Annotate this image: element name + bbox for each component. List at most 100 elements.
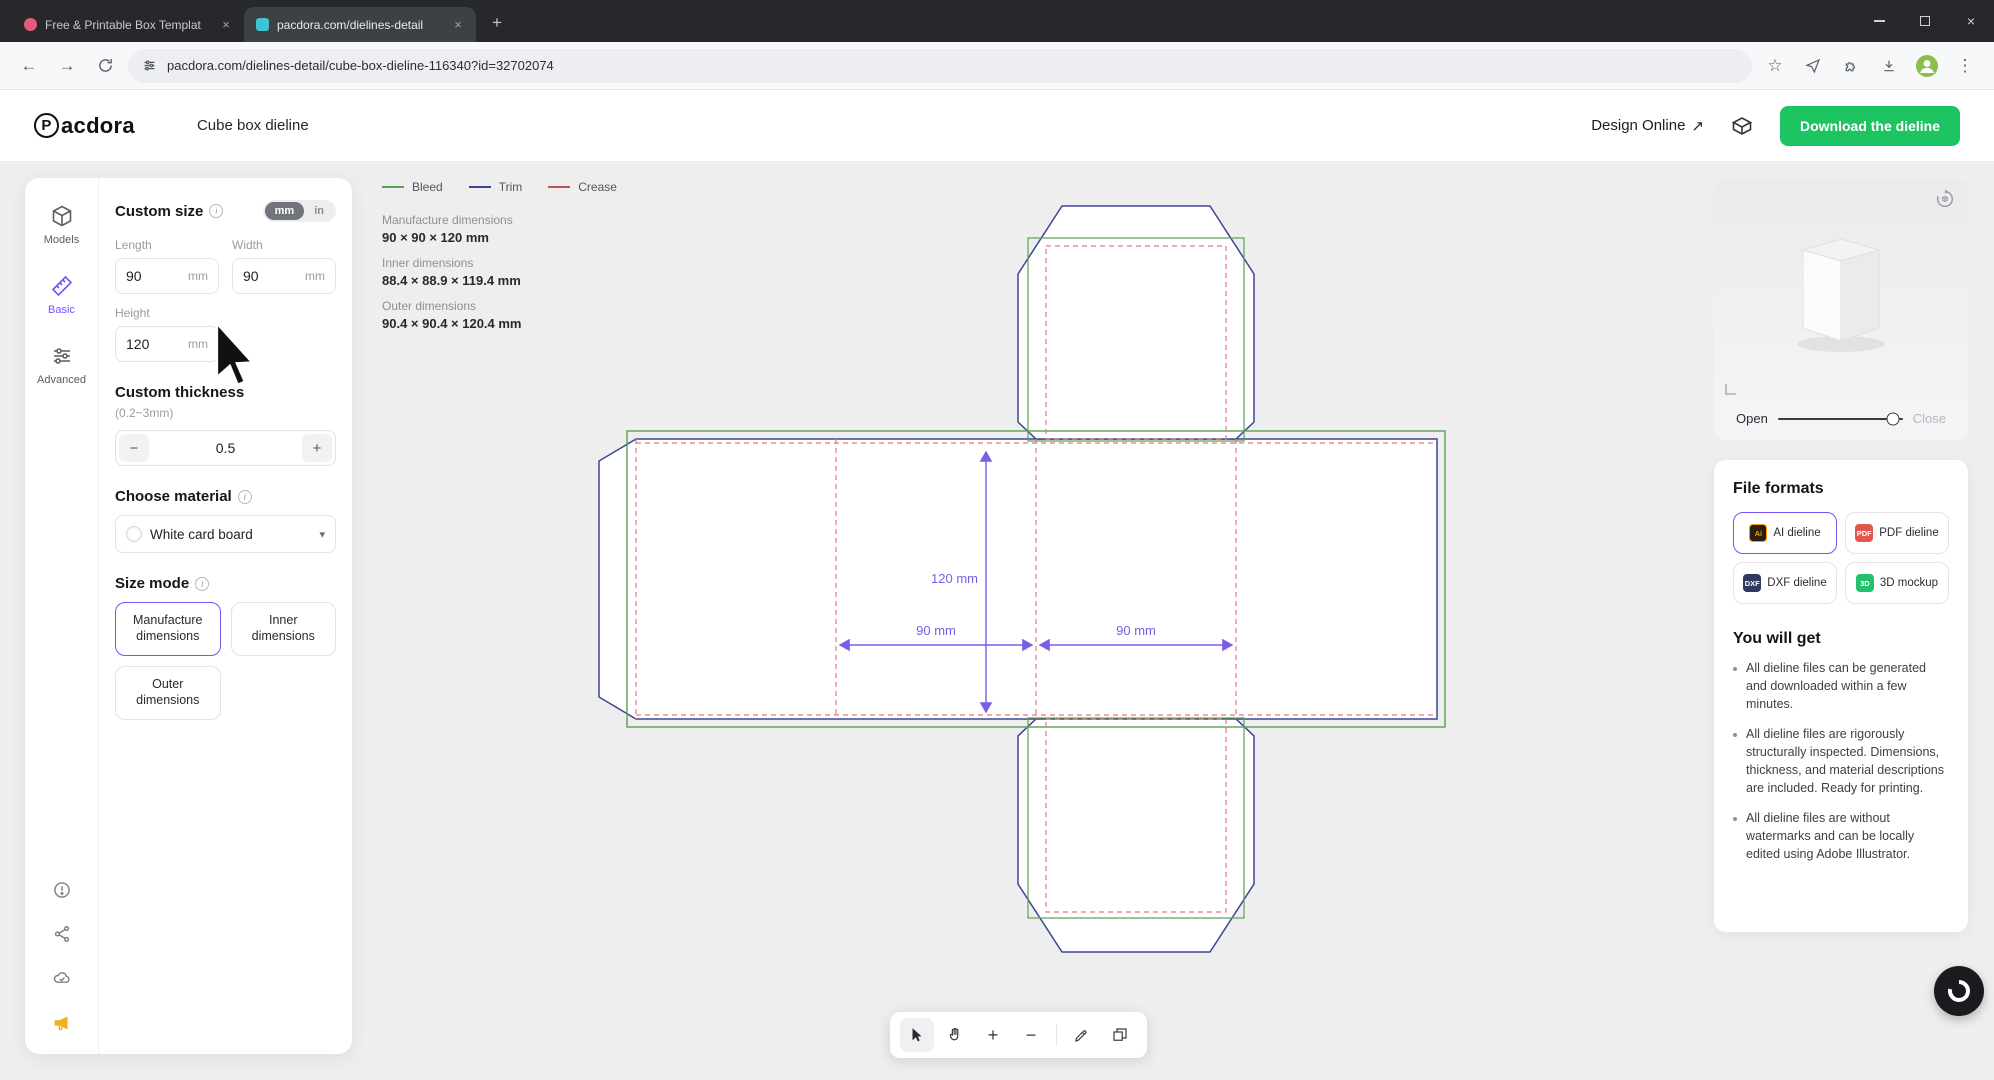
benefit-item: All dieline files are without watermarks…	[1733, 810, 1949, 863]
dim-label-height: 120 mm	[931, 571, 978, 586]
thickness-increase-button[interactable]: +	[302, 434, 332, 462]
slider-knob[interactable]	[1886, 412, 1899, 425]
forward-icon[interactable]: →	[52, 51, 82, 81]
custom-size-title: Custom size i mm in	[115, 200, 336, 222]
benefit-item: All dieline files are rigorously structu…	[1733, 726, 1949, 797]
edit-tool-button[interactable]	[1065, 1018, 1099, 1052]
chevron-down-icon: ▾	[319, 528, 325, 541]
download-dieline-button[interactable]: Download the dieline	[1780, 106, 1960, 146]
format-3d-button[interactable]: 3D 3D mockup	[1845, 562, 1949, 604]
unit-in-toggle[interactable]: in	[304, 202, 334, 220]
thickness-range: (0.2~3mm)	[115, 406, 336, 420]
cube-icon	[50, 204, 74, 228]
size-mode-inner-button[interactable]: Inner dimensions	[231, 602, 337, 656]
window-controls: ×	[1856, 0, 1994, 42]
chat-widget-button[interactable]	[1934, 966, 1984, 1016]
main-area: Bleed Trim Crease Manufacture dimensions…	[0, 162, 1994, 1080]
zoom-out-button[interactable]: −	[1014, 1018, 1048, 1052]
send-icon[interactable]	[1798, 51, 1828, 81]
height-input[interactable]	[126, 336, 188, 352]
ai-file-icon: Ai	[1749, 524, 1767, 542]
thickness-decrease-button[interactable]: −	[119, 434, 149, 462]
pacdora-logo[interactable]: P acdora	[34, 113, 135, 139]
tab1-close-icon[interactable]: ×	[218, 17, 234, 32]
alert-icon[interactable]	[52, 880, 72, 900]
format-pdf-button[interactable]: PDF PDF dieline	[1845, 512, 1949, 554]
download-icon[interactable]	[1874, 51, 1904, 81]
unit-toggle: mm in	[263, 200, 336, 222]
dim-label-width-left: 90 mm	[916, 623, 956, 638]
format-dxf-button[interactable]: DXF DXF dieline	[1733, 562, 1837, 604]
thickness-value: 0.5	[149, 440, 302, 456]
length-field[interactable]: mm	[115, 258, 219, 294]
refresh-icon[interactable]	[90, 51, 120, 81]
basic-controls: Custom size i mm in Length Width mm mm	[99, 178, 352, 1054]
sidebar-item-basic[interactable]: Basic	[48, 274, 75, 316]
benefit-item: All dieline files can be generated and d…	[1733, 660, 1949, 713]
tab2-close-icon[interactable]: ×	[450, 17, 466, 32]
browser-tab-1[interactable]: Free & Printable Box Templat ×	[12, 7, 244, 42]
bullet-dot	[1733, 733, 1737, 737]
sidebar-item-advanced[interactable]: Advanced	[37, 344, 86, 386]
size-mode-manufacture-button[interactable]: Manufacture dimensions	[115, 602, 221, 656]
megaphone-icon[interactable]	[51, 1012, 73, 1034]
info-icon[interactable]: i	[238, 490, 252, 504]
height-field[interactable]: mm	[115, 326, 219, 362]
dieline-icon	[1111, 1026, 1129, 1044]
canvas-toolbar: + −	[890, 1012, 1147, 1058]
format-ai-button[interactable]: Ai AI dieline	[1733, 512, 1837, 554]
width-field[interactable]: mm	[232, 258, 336, 294]
dimension-tool-button[interactable]	[1103, 1018, 1137, 1052]
package-icon-button[interactable]	[1730, 114, 1754, 138]
corner-handle-icon	[1724, 382, 1738, 396]
length-input[interactable]	[126, 268, 188, 284]
menu-kebab-icon[interactable]: ⋮	[1950, 51, 1980, 81]
window-close-button[interactable]: ×	[1948, 0, 1994, 42]
logo-p-icon: P	[34, 113, 59, 138]
external-link-icon: ↗	[1691, 117, 1704, 135]
design-online-link[interactable]: Design Online ↗	[1591, 117, 1704, 135]
settings-panel: Models Basic Advanced	[25, 178, 352, 1054]
tab1-favicon	[24, 18, 37, 31]
sidebar-item-models[interactable]: Models	[44, 204, 79, 246]
logo-text: acdora	[61, 113, 135, 139]
box-mockup[interactable]	[1753, 204, 1929, 380]
profile-avatar[interactable]	[1912, 51, 1942, 81]
rotate-3d-icon[interactable]	[1934, 188, 1956, 210]
bookmark-star-icon[interactable]: ☆	[1760, 51, 1790, 81]
window-minimize-button[interactable]	[1856, 0, 1902, 42]
slider-track[interactable]	[1778, 418, 1903, 420]
new-tab-button[interactable]: +	[482, 8, 512, 38]
back-icon[interactable]: ←	[14, 51, 44, 81]
tab2-title: pacdora.com/dielines-detail	[277, 18, 442, 32]
material-swatch	[126, 526, 142, 542]
bullet-dot	[1733, 817, 1737, 821]
browser-tab-2[interactable]: pacdora.com/dielines-detail ×	[244, 7, 476, 42]
dieline-drawing[interactable]: 120 mm 90 mm 90 mm	[295, 162, 1715, 1080]
length-label: Length	[115, 238, 219, 252]
sidebar-rail: Models Basic Advanced	[25, 178, 99, 1054]
info-icon[interactable]: i	[195, 577, 209, 591]
dim-label-width-right: 90 mm	[1116, 623, 1156, 638]
pan-tool-button[interactable]	[938, 1018, 972, 1052]
cloud-check-icon[interactable]	[52, 968, 72, 988]
pen-icon	[1073, 1026, 1091, 1044]
zoom-in-button[interactable]: +	[976, 1018, 1010, 1052]
extensions-puzzle-icon[interactable]	[1836, 51, 1866, 81]
size-mode-outer-button[interactable]: Outer dimensions	[115, 666, 221, 720]
pacdora-swirl-icon	[1946, 978, 1972, 1004]
share-icon[interactable]	[52, 924, 72, 944]
info-icon[interactable]: i	[209, 204, 223, 218]
window-maximize-button[interactable]	[1902, 0, 1948, 42]
select-tool-button[interactable]	[900, 1018, 934, 1052]
width-input[interactable]	[243, 268, 305, 284]
tab2-favicon	[256, 18, 269, 31]
preview-3d-card: Open Close	[1714, 178, 1968, 440]
cursor-icon	[908, 1026, 926, 1044]
hand-icon	[946, 1026, 964, 1044]
toolbar-divider	[1056, 1024, 1057, 1046]
unit-mm-toggle[interactable]: mm	[265, 202, 305, 220]
download-info-card: File formats Ai AI dieline PDF PDF dieli…	[1714, 460, 1968, 932]
address-bar[interactable]: pacdora.com/dielines-detail/cube-box-die…	[128, 49, 1752, 83]
material-select[interactable]: White card board ▾	[115, 515, 336, 553]
